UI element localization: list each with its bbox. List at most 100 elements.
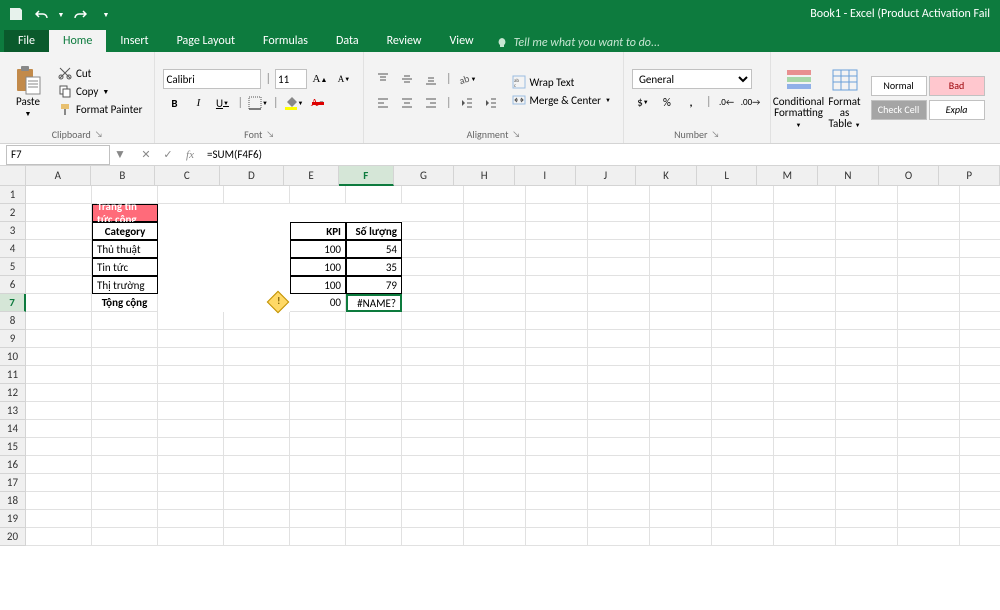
insert-function-icon[interactable]: fx: [179, 149, 201, 161]
cell[interactable]: [402, 186, 464, 204]
cell[interactable]: [774, 222, 836, 240]
cell[interactable]: [588, 366, 650, 384]
row-header[interactable]: 6: [0, 276, 26, 294]
column-header[interactable]: O: [879, 166, 940, 186]
cell[interactable]: [774, 438, 836, 456]
column-header[interactable]: J: [576, 166, 637, 186]
cell[interactable]: [224, 366, 290, 384]
cell[interactable]: [774, 348, 836, 366]
align-center-icon[interactable]: [396, 92, 418, 114]
cell[interactable]: [224, 456, 290, 474]
cell[interactable]: [402, 258, 464, 276]
cell[interactable]: [346, 312, 402, 330]
cell[interactable]: [712, 240, 774, 258]
cell[interactable]: [92, 492, 158, 510]
cell[interactable]: [224, 528, 290, 546]
cell[interactable]: [650, 438, 712, 456]
cell[interactable]: [526, 366, 588, 384]
cell[interactable]: [650, 474, 712, 492]
cell[interactable]: [960, 510, 1000, 528]
cell[interactable]: [158, 438, 224, 456]
cell[interactable]: [402, 456, 464, 474]
cell[interactable]: [402, 384, 464, 402]
copy-button[interactable]: Copy ▼: [54, 83, 146, 99]
tell-me-search[interactable]: Tell me what you want to do...: [488, 34, 668, 52]
cell[interactable]: [898, 186, 960, 204]
save-icon[interactable]: [4, 3, 28, 25]
cell[interactable]: [92, 510, 158, 528]
style-check-cell[interactable]: Check Cell: [871, 100, 927, 120]
cell[interactable]: [898, 204, 960, 222]
column-header[interactable]: C: [155, 166, 220, 186]
merge-center-button[interactable]: Merge & Center ▼: [508, 92, 615, 108]
qat-customize-icon[interactable]: ▼: [94, 3, 118, 25]
row-header[interactable]: 7: [0, 294, 26, 312]
cell[interactable]: [774, 240, 836, 258]
cell[interactable]: [712, 420, 774, 438]
cell[interactable]: [588, 312, 650, 330]
cell[interactable]: [290, 366, 346, 384]
cell[interactable]: [346, 456, 402, 474]
align-left-icon[interactable]: [372, 92, 394, 114]
cell[interactable]: [526, 222, 588, 240]
cell[interactable]: [26, 528, 92, 546]
cell[interactable]: [588, 438, 650, 456]
row-header[interactable]: 10: [0, 348, 26, 366]
column-header[interactable]: L: [697, 166, 758, 186]
cell[interactable]: [290, 186, 346, 204]
cell[interactable]: 00: [290, 294, 346, 312]
cell[interactable]: 35: [346, 258, 402, 276]
cell[interactable]: [960, 456, 1000, 474]
cell[interactable]: [464, 474, 526, 492]
cell[interactable]: [402, 438, 464, 456]
cell[interactable]: [158, 348, 224, 366]
row-header[interactable]: 20: [0, 528, 26, 546]
cell[interactable]: [836, 438, 898, 456]
cell[interactable]: [158, 186, 224, 204]
row-header[interactable]: 3: [0, 222, 26, 240]
row-header[interactable]: 18: [0, 492, 26, 510]
cell[interactable]: [774, 420, 836, 438]
cell[interactable]: [650, 204, 712, 222]
row-header[interactable]: 13: [0, 402, 26, 420]
cell[interactable]: [402, 492, 464, 510]
format-painter-button[interactable]: Format Painter: [54, 101, 146, 117]
cell[interactable]: Số lượng: [346, 222, 402, 240]
cell[interactable]: [588, 492, 650, 510]
cell[interactable]: [836, 348, 898, 366]
column-header[interactable]: E: [284, 166, 339, 186]
font-launcher-icon[interactable]: ↘: [266, 129, 274, 140]
cell[interactable]: Sforum - Trang tin tức công nghệ 24h: [92, 204, 158, 222]
cell[interactable]: [92, 330, 158, 348]
name-box-dropdown-icon[interactable]: ▼: [113, 147, 127, 162]
cell[interactable]: [26, 330, 92, 348]
cell[interactable]: [898, 420, 960, 438]
cell[interactable]: [26, 348, 92, 366]
cell[interactable]: [960, 276, 1000, 294]
number-launcher-icon[interactable]: ↘: [711, 129, 719, 140]
cell[interactable]: [712, 186, 774, 204]
cell[interactable]: [588, 420, 650, 438]
align-top-icon[interactable]: [372, 68, 394, 90]
row-header[interactable]: 11: [0, 366, 26, 384]
cell[interactable]: [712, 222, 774, 240]
cell[interactable]: [898, 222, 960, 240]
cell[interactable]: [960, 402, 1000, 420]
cell[interactable]: [650, 492, 712, 510]
cell[interactable]: [588, 456, 650, 474]
cell[interactable]: [26, 294, 92, 312]
cell[interactable]: [898, 366, 960, 384]
wrap-text-button[interactable]: abc Wrap Text: [508, 74, 615, 90]
cell[interactable]: [960, 312, 1000, 330]
cell[interactable]: [464, 492, 526, 510]
cell[interactable]: [158, 384, 224, 402]
cell[interactable]: [290, 402, 346, 420]
cell[interactable]: [836, 456, 898, 474]
cell[interactable]: [650, 366, 712, 384]
cell[interactable]: 100: [290, 240, 346, 258]
cell[interactable]: [526, 240, 588, 258]
cell[interactable]: Tin tức: [92, 258, 158, 276]
cell[interactable]: [526, 294, 588, 312]
conditional-formatting-button[interactable]: ConditionalFormatting ▼: [779, 56, 819, 139]
cell[interactable]: [224, 402, 290, 420]
